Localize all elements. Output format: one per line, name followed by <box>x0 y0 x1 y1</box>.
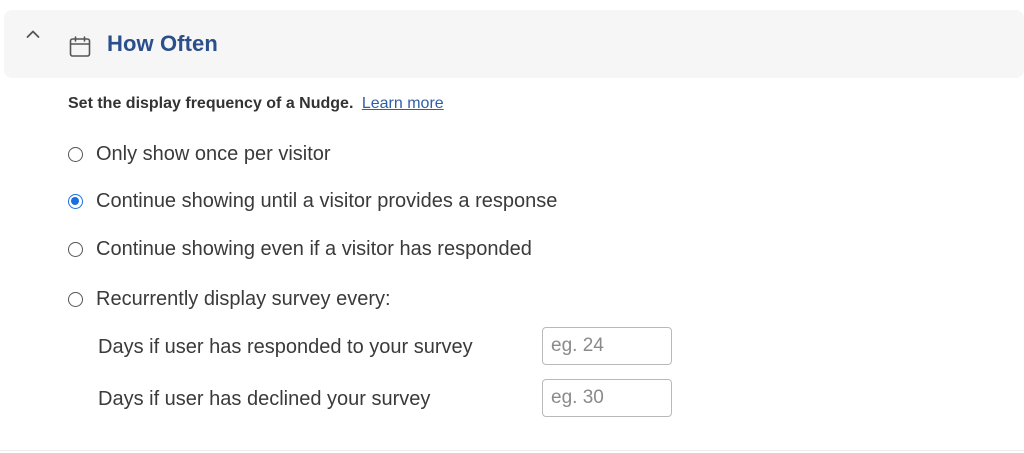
radio-button[interactable] <box>68 147 83 162</box>
divider <box>0 450 1024 451</box>
responded-days-label: Days if user has responded to your surve… <box>98 336 473 358</box>
description: Set the display frequency of a Nudge. Le… <box>68 95 444 113</box>
calendar-icon <box>69 36 91 57</box>
option-label: Continue showing even if a visitor has r… <box>96 238 532 260</box>
declined-days-input[interactable] <box>542 379 672 417</box>
description-text: Set the display frequency of a Nudge. <box>68 95 354 112</box>
option-recurrently[interactable]: Recurrently display survey every: <box>68 288 391 311</box>
option-label: Only show once per visitor <box>96 143 331 165</box>
option-label: Continue showing until a visitor provide… <box>96 190 558 212</box>
learn-more-link[interactable]: Learn more <box>362 95 444 112</box>
radio-button-selected[interactable] <box>68 194 83 209</box>
chevron-up-icon[interactable] <box>26 28 40 40</box>
option-once-per-visitor[interactable]: Only show once per visitor <box>68 143 331 166</box>
option-until-response[interactable]: Continue showing until a visitor provide… <box>68 190 557 213</box>
how-often-panel: How Often Set the display frequency of a… <box>0 0 1024 453</box>
option-label: Recurrently display survey every: <box>96 288 391 310</box>
declined-days-label: Days if user has declined your survey <box>98 388 431 410</box>
radio-button[interactable] <box>68 292 83 307</box>
responded-days-input[interactable] <box>542 327 672 365</box>
radio-button[interactable] <box>68 242 83 257</box>
section-title: How Often <box>107 31 218 56</box>
option-even-if-responded[interactable]: Continue showing even if a visitor has r… <box>68 238 532 261</box>
